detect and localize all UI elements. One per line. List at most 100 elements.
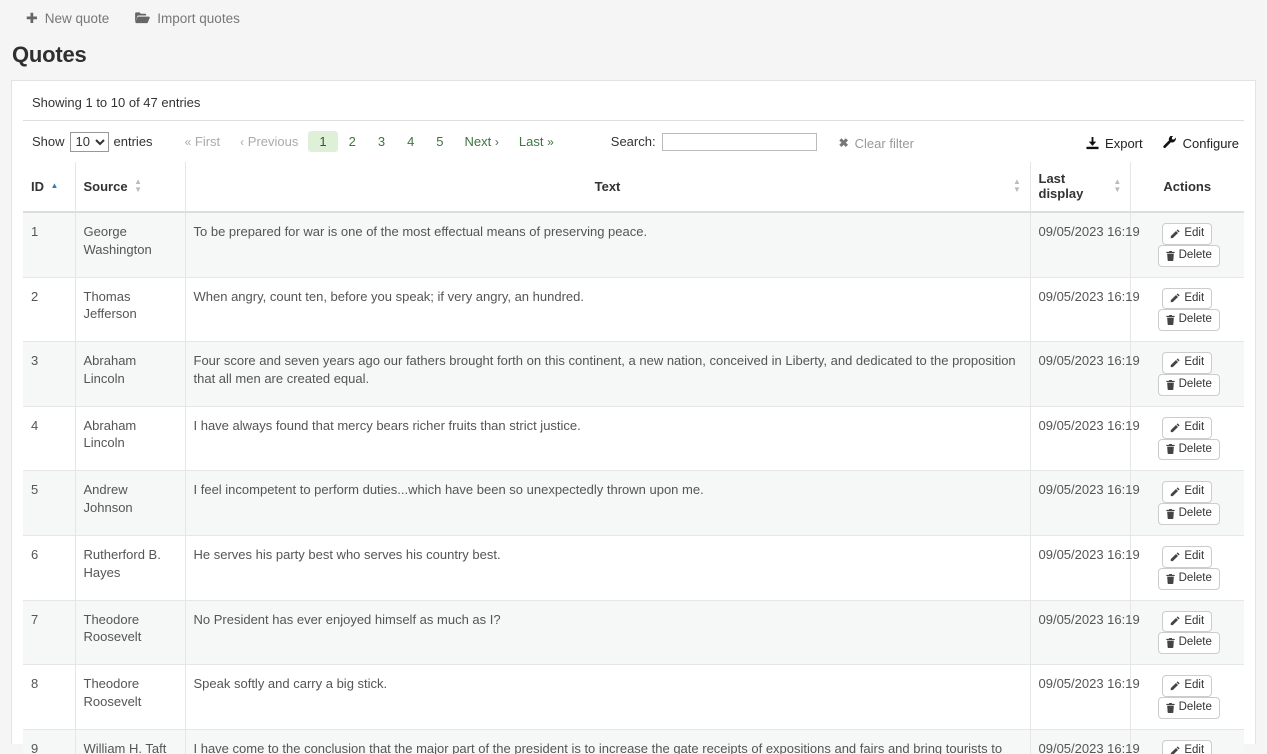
column-header-text[interactable]: Text ▲▼ (185, 162, 1030, 212)
cell-actions: Edit Delete (1130, 665, 1244, 730)
cell-source: Rutherford B. Hayes (75, 535, 185, 600)
page-previous-label: Previous (248, 134, 299, 149)
pencil-icon (1170, 616, 1180, 626)
cell-source: Abraham Lincoln (75, 406, 185, 471)
delete-button[interactable]: Delete (1158, 245, 1220, 267)
page-number-2[interactable]: 2 (338, 131, 367, 152)
column-header-id[interactable]: ID ▲ (23, 162, 75, 212)
double-chevron-right-icon: » (547, 135, 554, 149)
cell-source: Thomas Jefferson (75, 277, 185, 342)
chevron-left-icon: ‹ (240, 135, 244, 149)
trash-icon (1166, 380, 1175, 390)
cell-last-display: 09/05/2023 16:19 (1030, 535, 1130, 600)
edit-button[interactable]: Edit (1162, 417, 1212, 439)
page-number-4[interactable]: 4 (396, 131, 425, 152)
edit-button[interactable]: Edit (1162, 223, 1212, 245)
table-row: 3Abraham LincolnFour score and seven yea… (23, 342, 1244, 407)
cell-source: George Washington (75, 212, 185, 277)
pagination-top: « First ‹ Previous 1 2 3 4 5 Next › Last… (175, 131, 564, 152)
import-quotes-button[interactable]: Import quotes (135, 11, 240, 26)
table-row: 6Rutherford B. HayesHe serves his party … (23, 535, 1244, 600)
cell-text: Four score and seven years ago our fathe… (185, 342, 1030, 407)
cell-id: 9 (23, 729, 75, 754)
delete-button[interactable]: Delete (1158, 439, 1220, 461)
page-number-5[interactable]: 5 (425, 131, 454, 152)
pencil-icon (1170, 746, 1180, 754)
x-mark-icon: ✖ (839, 136, 849, 150)
cell-text: No President has ever enjoyed himself as… (185, 600, 1030, 665)
page-next-button[interactable]: Next › (455, 132, 509, 151)
page-first-button[interactable]: « First (175, 132, 231, 151)
cell-source: William H. Taft (75, 729, 185, 754)
edit-label: Edit (1184, 356, 1204, 370)
table-row: 2Thomas JeffersonWhen angry, count ten, … (23, 277, 1244, 342)
cell-text: I have come to the conclusion that the m… (185, 729, 1030, 754)
cell-source: Theodore Roosevelt (75, 600, 185, 665)
sort-both-icon: ▲▼ (1113, 178, 1121, 194)
column-header-source[interactable]: Source ▲▼ (75, 162, 185, 212)
length-menu: Show 10 entries (32, 132, 153, 152)
entries-info-top: Showing 1 to 10 of 47 entries (23, 81, 1244, 120)
export-button[interactable]: Export (1086, 136, 1143, 151)
top-action-bar: ✚ New quote Import quotes (0, 0, 1267, 36)
cell-source: Theodore Roosevelt (75, 665, 185, 730)
export-label: Export (1105, 136, 1143, 151)
edit-button[interactable]: Edit (1162, 481, 1212, 503)
delete-button[interactable]: Delete (1158, 697, 1220, 719)
delete-label: Delete (1179, 701, 1212, 715)
page-title: Quotes (12, 42, 1267, 68)
cell-text: I feel incompetent to perform duties...w… (185, 471, 1030, 536)
edit-button[interactable]: Edit (1162, 611, 1212, 633)
page-last-label: Last (519, 134, 544, 149)
delete-button[interactable]: Delete (1158, 374, 1220, 396)
table-row: 7Theodore RooseveltNo President has ever… (23, 600, 1244, 665)
column-label-last-display: Last display (1039, 171, 1108, 201)
cell-actions: EditDelete (1130, 471, 1244, 536)
delete-button[interactable]: Delete (1158, 503, 1220, 525)
table-head: ID ▲ Source ▲▼ Text ▲▼ (23, 162, 1244, 212)
edit-label: Edit (1184, 292, 1204, 306)
quotes-table: ID ▲ Source ▲▼ Text ▲▼ (23, 162, 1244, 754)
chevron-right-icon: › (495, 135, 499, 149)
configure-button[interactable]: Configure (1163, 136, 1239, 151)
pencil-icon (1170, 229, 1180, 239)
new-quote-button[interactable]: ✚ New quote (26, 11, 109, 26)
cell-id: 7 (23, 600, 75, 665)
search-label: Search: (611, 134, 656, 149)
column-label-source: Source (84, 179, 128, 194)
edit-button[interactable]: Edit (1162, 546, 1212, 568)
page-previous-button[interactable]: ‹ Previous (230, 132, 308, 151)
edit-label: Edit (1184, 744, 1204, 754)
column-header-last-display[interactable]: Last display ▲▼ (1030, 162, 1130, 212)
edit-button[interactable]: Edit (1162, 740, 1212, 754)
page-number-1[interactable]: 1 (308, 131, 337, 152)
search-input[interactable] (662, 133, 817, 151)
page-number-3[interactable]: 3 (367, 131, 396, 152)
table-row: 1George WashingtonTo be prepared for war… (23, 212, 1244, 277)
delete-button[interactable]: Delete (1158, 632, 1220, 654)
column-label-text: Text (595, 179, 621, 194)
edit-button[interactable]: Edit (1162, 352, 1212, 374)
page-last-button[interactable]: Last » (509, 132, 564, 151)
page-first-label: First (195, 134, 220, 149)
clear-filter-button[interactable]: ✖ Clear filter (839, 133, 914, 151)
cell-id: 6 (23, 535, 75, 600)
edit-label: Edit (1184, 615, 1204, 629)
edit-label: Edit (1184, 227, 1204, 241)
cell-id: 2 (23, 277, 75, 342)
wrench-icon (1163, 136, 1177, 150)
edit-button[interactable]: Edit (1162, 675, 1212, 697)
cell-text: To be prepared for war is one of the mos… (185, 212, 1030, 277)
trash-icon (1166, 638, 1175, 648)
cell-id: 3 (23, 342, 75, 407)
length-menu-prefix: Show (32, 134, 65, 149)
delete-button[interactable]: Delete (1158, 568, 1220, 590)
delete-button[interactable]: Delete (1158, 309, 1220, 331)
table-row: 9William H. TaftI have come to the concl… (23, 729, 1244, 754)
length-menu-select[interactable]: 10 (70, 132, 109, 152)
configure-label: Configure (1183, 136, 1239, 151)
cell-last-display: 09/05/2023 16:19 (1030, 277, 1130, 342)
cell-text: When angry, count ten, before you speak;… (185, 277, 1030, 342)
download-icon (1086, 137, 1099, 150)
edit-button[interactable]: Edit (1162, 288, 1212, 310)
